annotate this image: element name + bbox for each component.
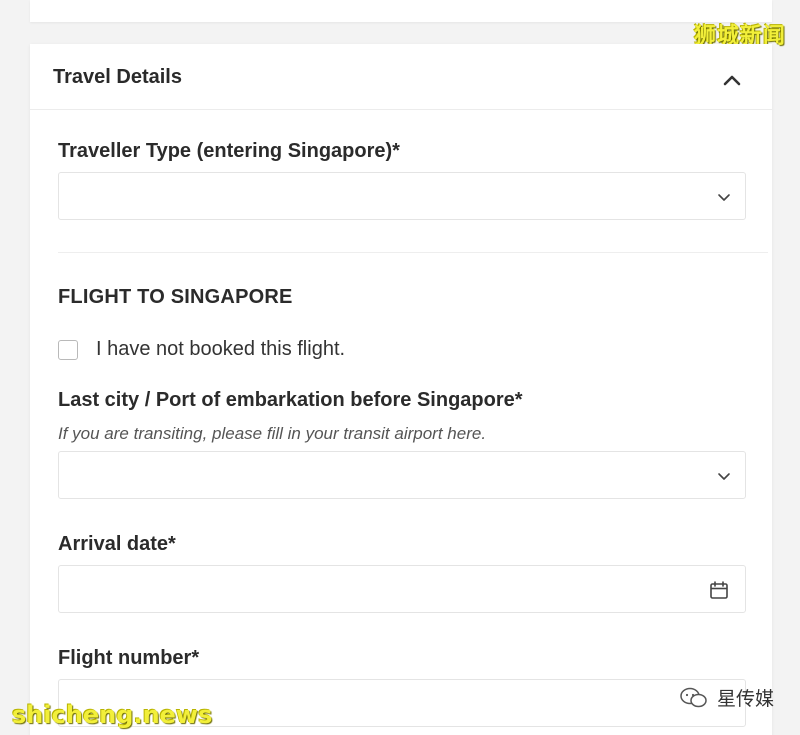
section-divider [58,252,768,253]
watermark-bottom-right: 星传媒 [716,688,774,710]
flight-number-label: Flight number* [58,647,200,669]
section-title: Travel Details [53,66,182,88]
calendar-icon[interactable] [709,580,729,600]
chevron-down-icon [718,194,730,201]
arrival-date-label: Arrival date* [58,533,176,555]
last-city-select[interactable] [58,451,746,499]
watermark-bottom-left: shicheng.news [12,701,213,729]
travel-details-card: Travel Details Traveller Type (entering … [30,44,772,735]
not-booked-checkbox[interactable] [58,340,78,360]
last-city-label: Last city / Port of embarkation before S… [58,389,523,411]
flight-section-heading: FLIGHT TO SINGAPORE [58,286,293,308]
last-city-hint: If you are transiting, please fill in yo… [58,424,487,443]
arrival-date-field[interactable] [58,565,746,613]
wechat-icon [680,687,707,707]
section-header[interactable]: Travel Details [30,44,772,110]
chevron-up-icon[interactable] [722,72,742,88]
chevron-down-icon [718,473,730,480]
traveller-type-label: Traveller Type (entering Singapore)* [58,140,400,162]
previous-section-card [30,0,772,22]
not-booked-label[interactable]: I have not booked this flight. [96,338,345,361]
wechat-watermark: 星传媒 [679,684,774,711]
traveller-type-select[interactable] [58,172,746,220]
